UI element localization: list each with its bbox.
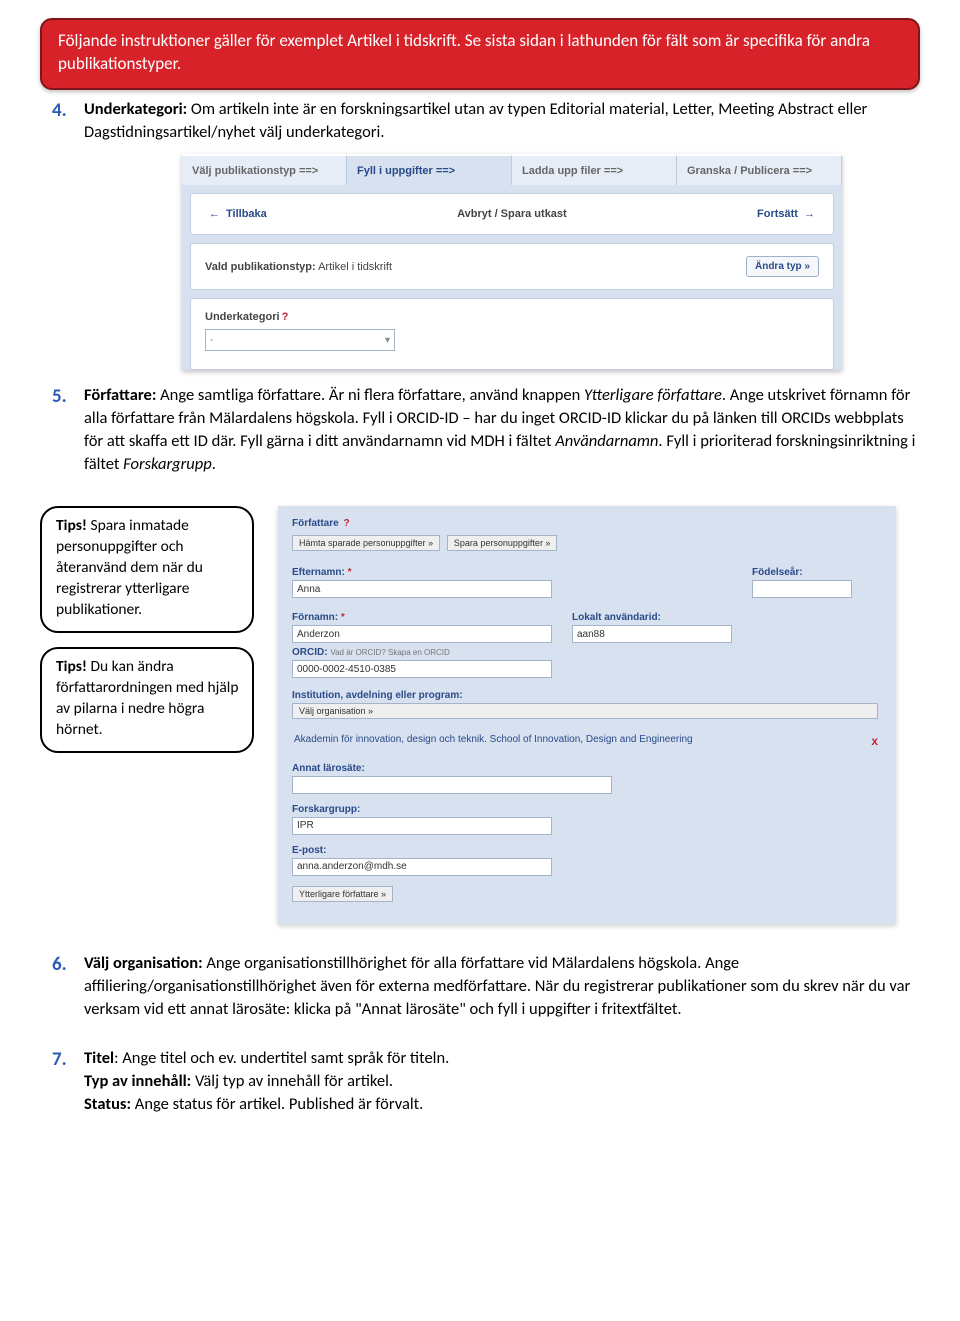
step-6: 6. Välj organisation: Ange organisations… [52, 952, 920, 1021]
step-4: 4. Underkategori: Om artikeln inte är en… [52, 98, 920, 144]
more-authors-button[interactable]: Ytterligare författare » [292, 886, 393, 902]
wizard-tab-1[interactable]: Välj publikationstyp ==> [182, 155, 347, 185]
tip-box-2: Tips! Du kan ändra författarordningen me… [40, 647, 254, 753]
step-5: 5. Författare: Ange samtliga författare.… [52, 384, 920, 476]
intro-banner: Följande instruktioner gäller för exempl… [40, 18, 920, 90]
firstname-label: Förnamn: [292, 612, 338, 623]
local-user-input[interactable] [572, 625, 732, 643]
other-uni-label: Annat lärosäte: [292, 763, 612, 774]
tip-box-1: Tips! Spara inmatade personuppgifter och… [40, 506, 254, 633]
arrow-right-icon: → [804, 208, 815, 220]
subcategory-select[interactable]: - ▾ [205, 329, 395, 351]
step-6-text: Välj organisation: Ange organisationstil… [84, 952, 920, 1021]
wizard-tab-2[interactable]: Fyll i uppgifter ==> [347, 155, 512, 185]
wizard-panel: Välj publikationstyp ==> Fyll i uppgifte… [182, 154, 842, 370]
birthyear-input[interactable] [752, 580, 852, 598]
research-group-label: Forskargrupp: [292, 804, 552, 815]
cancel-save-link[interactable]: Avbryt / Spara utkast [457, 208, 567, 220]
surname-label: Efternamn: [292, 567, 345, 578]
step-7: 7. Titel: Ange titel och ev. undertitel … [52, 1047, 920, 1116]
surname-input[interactable] [292, 580, 552, 598]
step-7-text: Titel: Ange titel och ev. undertitel sam… [84, 1047, 449, 1116]
step-4-text: Underkategori: Om artikeln inte är en fo… [84, 98, 920, 144]
remove-org-icon[interactable]: x [871, 733, 878, 749]
change-type-button[interactable]: Ändra typ » [746, 256, 819, 277]
research-group-input[interactable] [292, 817, 552, 835]
selected-org: Akademin för innovation, design och tekn… [292, 727, 882, 753]
step-5-number: 5. [52, 384, 74, 476]
email-label: E-post: [292, 845, 552, 856]
choose-org-button[interactable]: Välj organisation » [292, 703, 878, 719]
forward-button[interactable]: Fortsätt → [757, 208, 815, 220]
orcid-label: ORCID: [292, 647, 328, 658]
save-person-button[interactable]: Spara personuppgifter » [447, 535, 558, 551]
orcid-hint-link[interactable]: Vad är ORCID? Skapa en ORCID [330, 648, 449, 657]
step-6-number: 6. [52, 952, 74, 1021]
local-user-label: Lokalt användarid: [572, 612, 732, 623]
help-icon[interactable]: ? [343, 518, 349, 529]
email-input[interactable] [292, 858, 552, 876]
wizard-tab-3[interactable]: Ladda upp filer ==> [512, 155, 677, 185]
author-form-panel: Författare ? Hämta sparade personuppgift… [278, 506, 896, 924]
step-5-text: Författare: Ange samtliga författare. Är… [84, 384, 920, 476]
wizard-tab-4[interactable]: Granska / Publicera ==> [677, 155, 842, 185]
orcid-input[interactable] [292, 660, 552, 678]
other-uni-input[interactable] [292, 776, 612, 794]
selected-pubtype: Vald publikationstyp: Artikel i tidskrif… [205, 261, 392, 273]
step-4-number: 4. [52, 98, 74, 144]
subcategory-label: Underkategori? [205, 311, 819, 323]
firstname-input[interactable] [292, 625, 552, 643]
author-header: Författare [292, 518, 339, 529]
birthyear-label: Födelseår: [752, 567, 852, 578]
arrow-left-icon: ← [209, 208, 220, 220]
institution-label: Institution, avdelning eller program: [292, 690, 882, 701]
load-saved-person-button[interactable]: Hämta sparade personuppgifter » [292, 535, 440, 551]
chevron-down-icon: ▾ [385, 335, 390, 346]
back-button[interactable]: ← Tillbaka [209, 208, 267, 220]
step-7-number: 7. [52, 1047, 74, 1116]
help-icon[interactable]: ? [282, 311, 289, 323]
